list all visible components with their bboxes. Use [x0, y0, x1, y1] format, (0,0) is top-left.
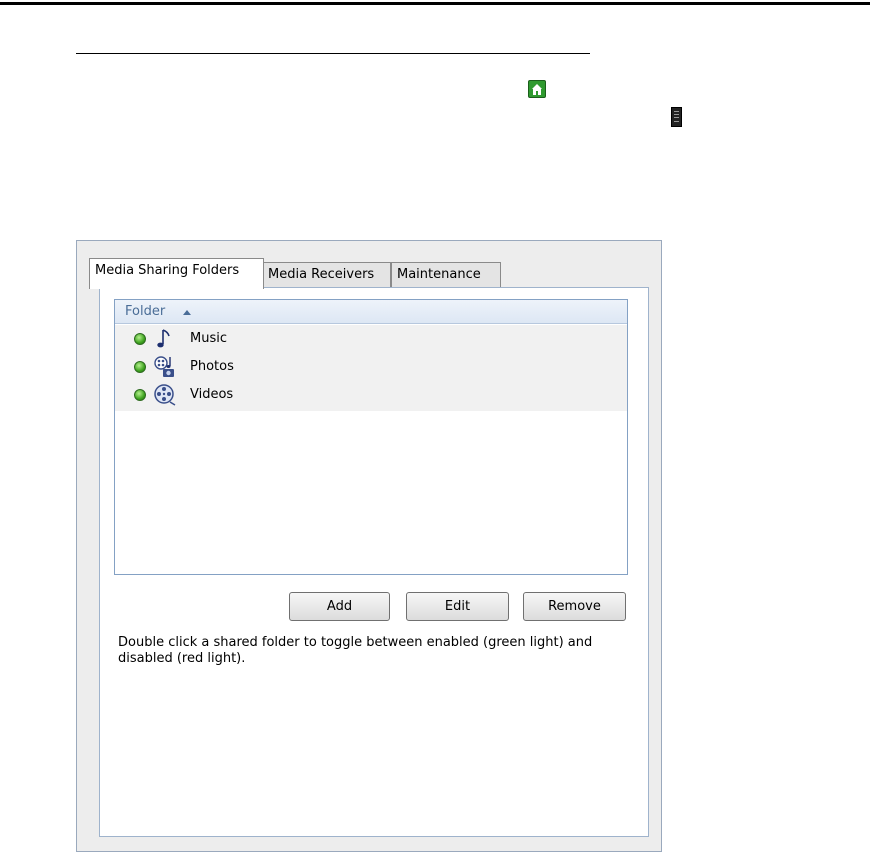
music-note-icon	[157, 329, 170, 348]
list-item-photos[interactable]: Photos	[115, 353, 627, 380]
tab-maintenance[interactable]: Maintenance	[391, 262, 501, 287]
status-green-light-icon	[134, 361, 146, 373]
list-item-music[interactable]: Music	[115, 325, 627, 352]
tab-strip: Media Sharing Folders Media Receivers Ma…	[89, 258, 649, 289]
add-button[interactable]: Add	[289, 592, 390, 621]
tab-panel-media-sharing-folders: Folder Music Photos Videos Add Edit Remo…	[99, 287, 649, 837]
home-network-icon	[528, 80, 546, 98]
column-header-folder[interactable]: Folder	[125, 304, 165, 319]
section-rule	[76, 53, 590, 54]
photos-icon	[154, 356, 174, 377]
tab-media-receivers[interactable]: Media Receivers	[262, 262, 391, 287]
sort-ascending-icon[interactable]	[183, 310, 191, 315]
list-item-label: Videos	[190, 387, 234, 402]
tab-media-sharing-folders[interactable]: Media Sharing Folders	[89, 258, 264, 289]
media-sharing-dialog: Media Sharing Folders Media Receivers Ma…	[76, 240, 662, 852]
list-item-label: Music	[190, 331, 227, 346]
page-top-rule	[0, 2, 870, 5]
help-text: Double click a shared folder to toggle b…	[118, 635, 593, 666]
server-tower-icon	[671, 107, 682, 127]
edit-button[interactable]: Edit	[406, 592, 509, 621]
status-green-light-icon	[134, 389, 146, 401]
list-item-label: Photos	[190, 359, 234, 374]
remove-button[interactable]: Remove	[523, 592, 626, 621]
folder-list[interactable]: Folder Music Photos Videos	[114, 299, 628, 575]
film-reel-icon	[154, 384, 176, 406]
list-body: Music Photos Videos	[115, 325, 627, 411]
status-green-light-icon	[134, 333, 146, 345]
list-item-videos[interactable]: Videos	[115, 381, 627, 408]
list-header: Folder	[115, 300, 627, 324]
